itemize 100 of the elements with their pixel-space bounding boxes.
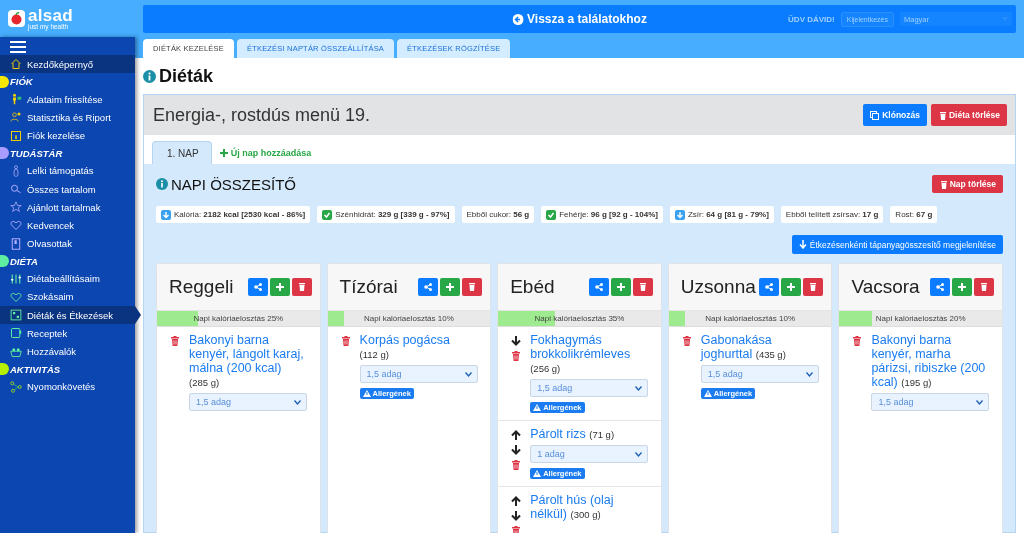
share-icon bbox=[252, 282, 263, 292]
delete-button[interactable] bbox=[974, 278, 994, 296]
trash-icon bbox=[467, 282, 478, 292]
home-icon bbox=[10, 58, 22, 71]
sidebar-item[interactable]: Ajánlott tartalmak bbox=[0, 198, 135, 217]
chevron-icon bbox=[464, 371, 472, 377]
recipe-entry[interactable]: Párolt rizs (71 g) bbox=[530, 427, 653, 442]
delete-button[interactable] bbox=[632, 278, 653, 296]
trash-icon bbox=[938, 179, 947, 189]
chevron-icon bbox=[805, 371, 813, 377]
plus-icon bbox=[786, 282, 797, 292]
delete-diet-button[interactable]: Diéta törlése bbox=[930, 104, 1007, 126]
nutrient-chip: Kalória: 2182 kcal [2530 kcal - 86%] bbox=[156, 206, 311, 223]
notebook-icon bbox=[10, 327, 22, 340]
nutrient-chip: Szénhidrát: 329 g [339 g - 97%] bbox=[317, 206, 455, 223]
back-button[interactable]: Vissza a találatokhoz bbox=[508, 10, 651, 28]
users-icon bbox=[10, 111, 22, 124]
per-meal-summary-button[interactable]: Étkezésenkénti tápanyagösszesítő megjelenítése bbox=[791, 235, 1003, 254]
section-title: AKTIVITÁS bbox=[10, 363, 61, 375]
share-icon bbox=[935, 282, 945, 292]
clone-button[interactable]: Klónozás bbox=[863, 104, 927, 126]
calorie-share-label: Napi kalóriaelosztás 25% bbox=[192, 313, 285, 325]
chevron-icon bbox=[976, 399, 984, 405]
calorie-share-label: Napi kalóriaelosztás 10% bbox=[704, 313, 796, 325]
sidebar-item[interactable]: Hozzávalók bbox=[0, 342, 135, 361]
plus-icon bbox=[219, 149, 228, 157]
id-card-icon bbox=[10, 129, 22, 142]
sidebar-item[interactable]: Kedvencek bbox=[0, 216, 135, 235]
sidebar-item[interactable]: Diétabeállításaim bbox=[0, 269, 135, 288]
sidebar-item[interactable]: Statisztika és Riport bbox=[0, 108, 135, 127]
add-button[interactable] bbox=[269, 278, 290, 296]
trash-icon[interactable] bbox=[511, 460, 522, 471]
plus-icon bbox=[957, 282, 967, 292]
info-icon bbox=[143, 69, 156, 83]
sidebar-item[interactable]: Receptek bbox=[0, 324, 135, 343]
share-button[interactable] bbox=[418, 278, 439, 296]
nutrient-chip: Rost: 67 g bbox=[890, 206, 938, 223]
diet-title: Energia-, rostdús menü 19. bbox=[153, 104, 372, 126]
recipe-entry[interactable]: Párolt hús (olaj nélkül) (300 g) bbox=[530, 493, 653, 522]
up-arrow-icon[interactable] bbox=[511, 430, 522, 440]
share-button[interactable] bbox=[759, 278, 780, 296]
meal-title: Reggeli bbox=[169, 276, 235, 298]
down-arrow-icon bbox=[798, 240, 807, 249]
delete-button[interactable] bbox=[291, 278, 312, 296]
share-icon bbox=[593, 282, 604, 292]
recipe-entry[interactable]: Gabonakása joghurttal (435 g) bbox=[700, 333, 824, 362]
warning-icon bbox=[533, 470, 542, 477]
share-button[interactable] bbox=[930, 278, 950, 296]
meal-title: Vacsora bbox=[851, 276, 921, 298]
trash-icon bbox=[979, 282, 989, 292]
delete-day-button[interactable]: Nap törlése bbox=[931, 175, 1003, 193]
menu-icon[interactable] bbox=[10, 41, 26, 53]
add-button[interactable] bbox=[781, 278, 802, 296]
heart-icon bbox=[10, 290, 22, 303]
sidebar-item[interactable]: Szokásaim bbox=[0, 287, 135, 307]
calorie-share-label: Napi kalóriaelosztás 35% bbox=[533, 313, 626, 325]
meal-title: Uzsonna bbox=[680, 276, 757, 298]
basket-icon bbox=[10, 345, 22, 358]
chevron-icon bbox=[635, 451, 643, 457]
star-icon bbox=[10, 201, 22, 214]
trash-icon bbox=[637, 282, 648, 292]
meal-title: Tízórai bbox=[339, 276, 399, 298]
chevron-icon bbox=[635, 385, 643, 391]
share-button[interactable] bbox=[247, 278, 268, 296]
grid-icon bbox=[10, 309, 22, 322]
delete-button[interactable] bbox=[803, 278, 824, 296]
down-arrow-icon[interactable] bbox=[511, 336, 522, 346]
calorie-share-label: Napi kalóriaelosztás 20% bbox=[874, 313, 967, 325]
day-tab[interactable]: 1. NAP bbox=[152, 141, 212, 164]
warning-icon bbox=[533, 404, 542, 411]
recipe-entry[interactable]: Korpás pogácsa (112 g) bbox=[359, 333, 483, 362]
recipe-entry[interactable]: Fokhagymás brokkolikrémleves (256 g) bbox=[530, 333, 653, 376]
section-title: DIÉTA bbox=[10, 255, 38, 267]
delete-button[interactable] bbox=[462, 278, 483, 296]
add-button[interactable] bbox=[952, 278, 972, 296]
sidebar-item[interactable]: Lelki támogatás bbox=[0, 161, 135, 180]
trash-icon[interactable] bbox=[340, 336, 351, 347]
up-arrow-icon[interactable] bbox=[511, 496, 522, 506]
sidebar-item[interactable]: Olvasottak bbox=[0, 234, 135, 253]
calorie-share-label: Napi kalóriaelosztás 10% bbox=[362, 313, 455, 325]
section-title: TUDÁSTÁR bbox=[10, 147, 63, 159]
add-button[interactable] bbox=[440, 278, 461, 296]
sidebar-item[interactable]: Adataim frissítése bbox=[0, 90, 135, 109]
trash-icon[interactable] bbox=[170, 336, 180, 347]
sidebar-item[interactable]: Összes tartalom bbox=[0, 179, 135, 199]
sidebar-item[interactable]: Kezdőképernyő bbox=[0, 55, 135, 74]
down-arrow-icon[interactable] bbox=[511, 445, 522, 455]
share-icon bbox=[423, 282, 434, 292]
down-arrow-icon[interactable] bbox=[511, 511, 522, 521]
trash-icon bbox=[808, 282, 819, 292]
sidebar-item[interactable]: Nyomonkövetés bbox=[0, 377, 135, 396]
add-button[interactable] bbox=[610, 278, 631, 296]
trash-icon[interactable] bbox=[681, 336, 692, 347]
trash-icon[interactable] bbox=[511, 351, 522, 362]
recipe-entry[interactable]: Bakonyi barna kenyér, marha párizsi, ribiszke (200 kcal) (195 g) bbox=[871, 333, 994, 390]
share-button[interactable] bbox=[588, 278, 609, 296]
trash-icon[interactable] bbox=[852, 336, 863, 347]
sidebar-item[interactable]: Fiók kezelése bbox=[0, 126, 135, 145]
recipe-entry[interactable]: Bakonyi barna kenyér, lángolt karaj, málna (200 kcal) (285 g) bbox=[189, 333, 312, 390]
warning-icon bbox=[362, 390, 371, 397]
